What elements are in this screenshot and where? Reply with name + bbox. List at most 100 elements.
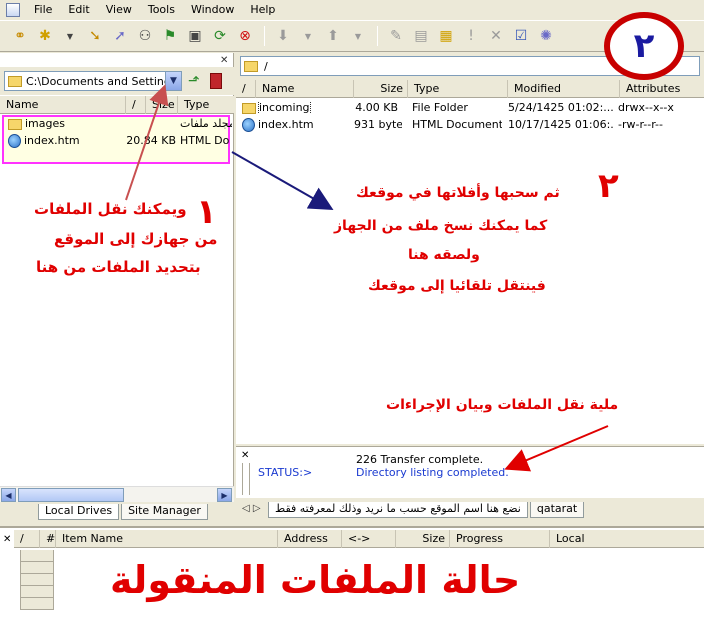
column-direction[interactable]: <-> <box>342 529 396 548</box>
up-folder-icon[interactable]: ⬏ <box>188 73 200 89</box>
dropdown-arrow-icon[interactable]: ▼ <box>346 24 370 48</box>
new-site-icon[interactable]: ✱ <box>33 24 57 48</box>
folder-icon <box>244 60 258 72</box>
tab-qatarat[interactable]: qatarat <box>529 502 585 518</box>
step-badge: ٢ <box>604 12 684 80</box>
status-log-line: Directory listing completed. <box>356 466 509 479</box>
folder-icon <box>8 75 22 87</box>
status-log-pane: ✕ 226 Transfer complete. STATUS:> Direct… <box>236 446 704 498</box>
file-type: HTML Document <box>412 118 502 131</box>
new-folder-icon[interactable]: ▦ <box>434 24 458 48</box>
app-document-icon <box>6 3 20 17</box>
scroll-left-icon[interactable]: ◀ <box>1 488 16 502</box>
delete-icon[interactable]: ✕ <box>484 24 508 48</box>
file-name: incoming <box>258 101 311 114</box>
column-hash[interactable]: # <box>40 529 56 548</box>
list-item[interactable]: incoming 4.00 KB File Folder 5/24/1425 0… <box>236 99 704 116</box>
tab-site-note[interactable]: نضع هنا اسم الموقع حسب ما نريد وذلك لمعر… <box>268 502 528 518</box>
close-icon[interactable]: ✕ <box>3 534 11 545</box>
column-slash[interactable]: / <box>236 79 256 98</box>
column-size[interactable]: Size <box>146 95 178 114</box>
menu-help[interactable]: Help <box>242 1 283 19</box>
connect-icon[interactable]: ⚭ <box>8 24 32 48</box>
annotation-step-one: ١ <box>196 192 217 232</box>
remote-path-text: / <box>264 59 268 73</box>
properties-icon[interactable]: ☑ <box>509 24 533 48</box>
edit-icon[interactable]: ✎ <box>384 24 408 48</box>
scroll-thumb[interactable] <box>18 488 124 502</box>
local-path-text: C:\Documents and Settings\ <box>26 74 166 88</box>
column-progress[interactable]: Progress <box>450 529 550 548</box>
list-item[interactable]: index.htm 931 bytes HTML Document 10/17/… <box>236 116 704 133</box>
html-file-icon <box>8 133 21 148</box>
menu-file[interactable]: File <box>26 1 60 19</box>
scroll-right-icon[interactable]: ▶ <box>217 488 232 502</box>
column-local[interactable]: Local <box>550 530 700 548</box>
pane-grip[interactable] <box>242 463 250 495</box>
annotation-text: بتحديد الملفات من هنا <box>36 258 201 276</box>
column-address[interactable]: Address <box>278 529 342 548</box>
file-modified: 5/24/1425 01:02:... <box>508 101 614 114</box>
annotation-step-two: ٢ <box>598 166 619 206</box>
column-item-name[interactable]: Item Name <box>56 529 278 548</box>
settings-icon[interactable]: ✺ <box>534 24 558 48</box>
column-name[interactable]: Name <box>256 79 354 98</box>
disconnect-icon[interactable]: ➚ <box>108 24 132 48</box>
annotation-text: ويمكنك نقل الملفات <box>34 200 187 218</box>
column-slash[interactable]: / <box>14 529 40 548</box>
column-modified[interactable]: Modified <box>508 79 620 98</box>
bookmark-icon[interactable]: ⚑ <box>158 24 182 48</box>
close-icon[interactable]: ✕ <box>241 450 249 461</box>
close-icon[interactable]: ✕ <box>220 55 228 66</box>
tab-local-drives[interactable]: Local Drives <box>38 504 120 520</box>
local-path-combo[interactable]: C:\Documents and Settings\ ▼ <box>4 71 182 91</box>
file-name: images <box>25 117 65 130</box>
dropdown-arrow-icon[interactable]: ▼ <box>58 24 82 48</box>
status-log-line: 226 Transfer complete. <box>356 453 484 466</box>
column-type[interactable]: Type <box>178 96 234 114</box>
dropdown-arrow-icon[interactable]: ▼ <box>296 24 320 48</box>
upload-icon[interactable]: ⬆ <box>321 24 345 48</box>
refresh-icon[interactable]: ⟳ <box>208 24 232 48</box>
menu-window[interactable]: Window <box>183 1 242 19</box>
column-slash[interactable]: / <box>126 95 146 114</box>
file-attributes: drwx--x--x <box>618 101 674 114</box>
delete-book-icon[interactable] <box>209 73 222 89</box>
local-files-panel: ✕ C:\Documents and Settings\ ▼ ⬏ Name / … <box>0 53 234 520</box>
tab-site-manager[interactable]: Site Manager <box>121 504 208 520</box>
column-attributes[interactable]: Attributes <box>620 80 704 98</box>
horizontal-scrollbar[interactable]: ◀ ▶ <box>0 486 234 502</box>
column-type[interactable]: Type <box>408 79 508 98</box>
quick-connect-icon[interactable]: ➘ <box>83 24 107 48</box>
local-path-bar: C:\Documents and Settings\ ▼ ⬏ <box>0 67 234 95</box>
column-name[interactable]: Name <box>0 95 126 114</box>
file-name: index.htm <box>258 117 314 131</box>
annotation-text: ملية نقل الملفات وبيان الإجراءات <box>386 397 619 413</box>
file-size: 20.84 KB <box>126 134 176 147</box>
abort-icon[interactable]: ▣ <box>183 24 207 48</box>
folder-icon <box>8 118 22 130</box>
menu-view[interactable]: View <box>98 1 140 19</box>
file-type: File Folder <box>412 101 468 114</box>
badge-number: ٢ <box>633 26 655 66</box>
list-item[interactable]: images مجلد ملفات <box>0 115 234 132</box>
menu-edit[interactable]: Edit <box>60 1 97 19</box>
view-icon[interactable]: ▤ <box>409 24 433 48</box>
list-item[interactable]: index.htm 20.84 KB HTML Do <box>0 132 234 149</box>
binoculars-icon[interactable]: ⚇ <box>133 24 157 48</box>
local-file-list: images مجلد ملفات index.htm 20.84 KB HTM… <box>0 115 234 149</box>
menu-bar: File Edit View Tools Window Help <box>0 0 704 20</box>
download-icon[interactable]: ⬇ <box>271 24 295 48</box>
file-type: HTML Do <box>180 134 230 147</box>
menu-tools[interactable]: Tools <box>140 1 183 19</box>
chevron-down-icon[interactable]: ▼ <box>165 72 181 90</box>
column-size[interactable]: Size <box>396 529 450 548</box>
status-label: STATUS:> <box>258 466 313 479</box>
column-size[interactable]: Size <box>354 79 408 98</box>
file-name: index.htm <box>24 133 80 147</box>
tab-scroll-icon[interactable]: ◁ ▷ <box>242 503 261 514</box>
remote-list-header: / Name Size Type Modified Attributes <box>236 79 704 98</box>
exclamation-icon[interactable]: ! <box>459 24 483 48</box>
stop-icon[interactable]: ⊗ <box>233 24 257 48</box>
local-tab-bar: Local Drives Site Manager <box>0 502 234 520</box>
